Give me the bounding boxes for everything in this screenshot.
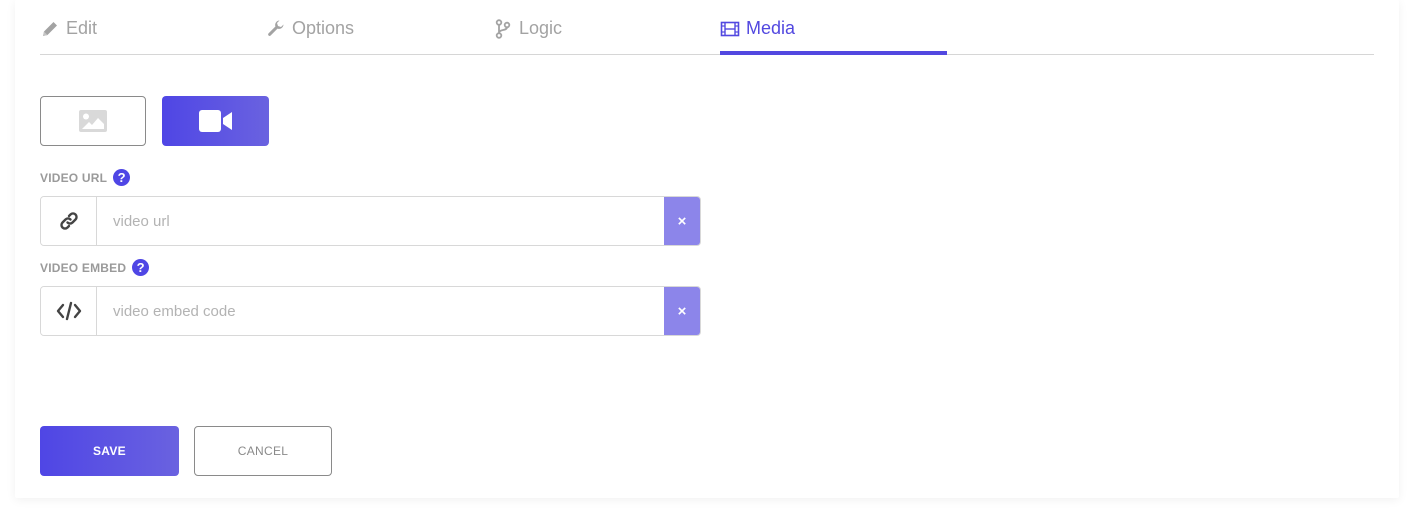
video-embed-addon (41, 287, 97, 335)
video-url-input[interactable] (97, 197, 664, 245)
tab-logic-label: Logic (519, 18, 563, 38)
video-camera-icon (198, 110, 232, 132)
cancel-button[interactable]: CANCEL (194, 426, 332, 476)
image-media-button[interactable] (40, 96, 146, 146)
tab-logic[interactable]: Logic (493, 18, 562, 54)
video-embed-help-icon[interactable]: ? (132, 259, 150, 276)
tab-edit-label: Edit (66, 18, 98, 38)
branch-icon (495, 19, 511, 39)
tab-bar: Edit Options Logic Media (40, 0, 1374, 55)
video-media-button[interactable] (162, 96, 269, 146)
save-button[interactable]: SAVE (40, 426, 179, 476)
video-embed-input[interactable] (97, 287, 664, 335)
video-embed-label: VIDEO EMBED (40, 260, 127, 275)
question-editor-card (15, 0, 1399, 498)
video-embed-label-row: VIDEO EMBED ? (40, 259, 150, 276)
video-url-clear-button[interactable]: × (664, 197, 700, 245)
film-icon (720, 21, 740, 37)
tab-media-label: Media (746, 18, 796, 38)
video-url-help-icon[interactable]: ? (113, 169, 131, 186)
tab-media[interactable]: Media (720, 18, 795, 54)
wrench-icon (268, 20, 284, 36)
image-icon (79, 110, 107, 132)
code-icon (56, 301, 81, 321)
video-url-label-row: VIDEO URL ? (40, 169, 131, 186)
link-icon (59, 212, 78, 230)
video-url-group: × (40, 196, 701, 246)
pencil-icon (43, 22, 57, 36)
active-tab-indicator (720, 51, 947, 55)
tab-edit[interactable]: Edit (40, 18, 97, 54)
video-embed-clear-button[interactable]: × (664, 287, 700, 335)
video-embed-group: × (40, 286, 701, 336)
video-url-label: VIDEO URL (40, 170, 108, 185)
tab-options-label: Options (292, 18, 355, 38)
tab-options[interactable]: Options (266, 18, 354, 54)
video-url-addon (41, 197, 97, 245)
